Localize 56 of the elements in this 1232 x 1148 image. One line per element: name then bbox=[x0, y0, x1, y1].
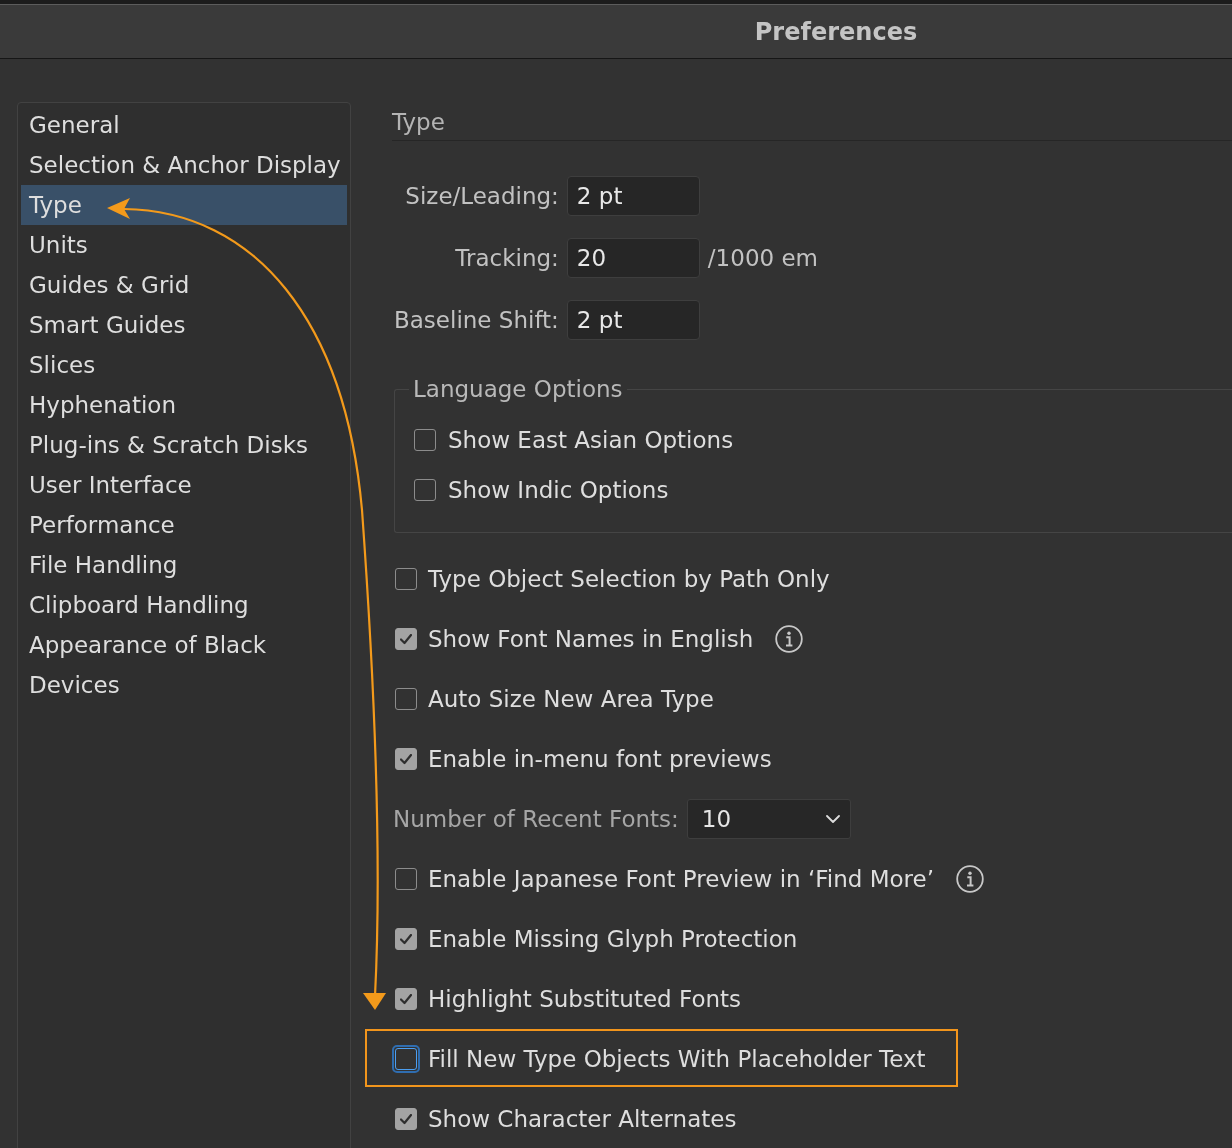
sidebar-item[interactable]: Selection & Anchor Display bbox=[21, 145, 347, 185]
checkbox-label[interactable]: Show Font Names in English bbox=[428, 626, 754, 652]
input-field[interactable]: 2 pt bbox=[566, 300, 700, 340]
sidebar-item[interactable]: Clipboard Handling bbox=[21, 585, 347, 625]
input-field[interactable]: 20 bbox=[566, 238, 700, 278]
sidebar-item[interactable]: Hyphenation bbox=[21, 385, 347, 425]
checkbox[interactable] bbox=[395, 568, 417, 590]
sidebar-item[interactable]: Smart Guides bbox=[21, 305, 347, 345]
checkbox-label[interactable]: Show East Asian Options bbox=[448, 427, 734, 453]
checkbox[interactable] bbox=[395, 868, 417, 890]
field-label: Number of Recent Fonts: bbox=[393, 806, 679, 832]
field-label: Tracking: bbox=[455, 245, 559, 271]
info-icon[interactable] bbox=[956, 865, 984, 893]
checkbox[interactable] bbox=[395, 628, 417, 650]
checkmark-icon bbox=[400, 993, 412, 1005]
checkbox[interactable] bbox=[414, 479, 436, 501]
checkbox[interactable] bbox=[414, 429, 436, 451]
section-heading: Type bbox=[392, 108, 445, 136]
sidebar-item[interactable]: File Handling bbox=[21, 545, 347, 585]
sidebar-item[interactable]: User Interface bbox=[21, 465, 347, 505]
checkbox-label[interactable]: Fill New Type Objects With Placeholder Text bbox=[428, 1046, 926, 1072]
checkbox[interactable] bbox=[395, 748, 417, 770]
checkbox[interactable] bbox=[395, 928, 417, 950]
field-label: Baseline Shift: bbox=[394, 307, 559, 333]
sidebar-item[interactable]: Devices bbox=[21, 665, 347, 705]
checkbox[interactable] bbox=[395, 988, 417, 1010]
checkbox-label[interactable]: Show Indic Options bbox=[448, 477, 669, 503]
sidebar-item[interactable]: Type bbox=[21, 185, 347, 225]
window-title: Preferences bbox=[754, 17, 918, 46]
checkbox-label[interactable]: Enable in-menu font previews bbox=[428, 746, 772, 772]
sidebar-item[interactable]: Performance bbox=[21, 505, 347, 545]
sidebar-item[interactable]: Plug-ins & Scratch Disks bbox=[21, 425, 347, 465]
field-label: Size/Leading: bbox=[405, 183, 559, 209]
checkbox-label[interactable]: Enable Missing Glyph Protection bbox=[428, 926, 798, 952]
checkbox[interactable] bbox=[395, 688, 417, 710]
input-field[interactable]: 2 pt bbox=[566, 176, 700, 216]
checkbox-label[interactable]: Auto Size New Area Type bbox=[428, 686, 714, 712]
sidebar-item[interactable]: Guides & Grid bbox=[21, 265, 347, 305]
info-icon[interactable] bbox=[775, 625, 804, 653]
checkbox[interactable] bbox=[395, 1108, 417, 1130]
sidebar-item[interactable]: Slices bbox=[21, 345, 347, 385]
sidebar-item[interactable]: General bbox=[21, 105, 347, 145]
unit-label: /1000 em bbox=[707, 245, 818, 271]
sidebar-item[interactable]: Units bbox=[21, 225, 347, 265]
checkmark-icon bbox=[400, 933, 412, 945]
chevron-down-icon bbox=[825, 815, 840, 823]
group-legend: Language Options bbox=[409, 375, 627, 403]
dropdown[interactable]: 10 bbox=[686, 799, 851, 839]
checkmark-icon bbox=[400, 633, 412, 645]
checkmark-icon bbox=[400, 753, 412, 765]
checkbox-label[interactable]: Highlight Substituted Fonts bbox=[428, 986, 742, 1012]
checkmark-icon bbox=[400, 1113, 412, 1125]
checkbox-label[interactable]: Type Object Selection by Path Only bbox=[428, 566, 830, 592]
checkbox-label[interactable]: Enable Japanese Font Preview in ‘Find More’ bbox=[428, 866, 934, 892]
checkbox-label[interactable]: Show Character Alternates bbox=[428, 1106, 737, 1132]
sidebar-item[interactable]: Appearance of Black bbox=[21, 625, 347, 665]
